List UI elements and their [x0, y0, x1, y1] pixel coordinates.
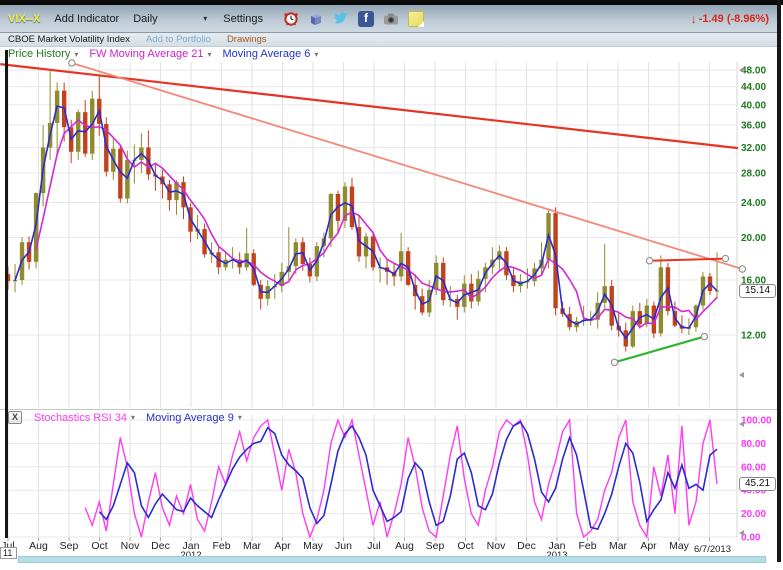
svg-text:Aug: Aug	[395, 540, 414, 552]
charting-app: VIX--X Add Indicator Daily ▾ Settings f …	[0, 0, 783, 570]
svg-text:Oct: Oct	[457, 540, 473, 552]
uptrend-line	[615, 337, 705, 363]
panel-divider[interactable]	[0, 409, 777, 410]
chevron-down-icon[interactable]: ▾	[314, 50, 318, 59]
stoch-value-box: 45.21	[739, 477, 776, 491]
legend-stoch-label: Stochastics RSI 34	[34, 412, 127, 424]
svg-text:May: May	[669, 540, 690, 552]
settings-button[interactable]: Settings	[223, 13, 263, 25]
legend-stoch-ma-label: Moving Average 9	[146, 412, 234, 424]
camera-icon[interactable]	[383, 11, 399, 27]
svg-text:Feb: Feb	[578, 540, 596, 552]
drawings-link[interactable]: Drawings	[227, 34, 267, 45]
svg-text:Jul: Jul	[367, 540, 380, 552]
svg-text:32.00: 32.00	[741, 143, 766, 154]
downtrend-line-secondary	[72, 63, 742, 269]
twitter-icon[interactable]	[333, 11, 349, 27]
legend-price-history-label: Price History	[8, 48, 70, 60]
svg-text:28.00: 28.00	[741, 169, 766, 180]
legend-price-history[interactable]: Price History ▾	[8, 48, 85, 60]
svg-text:Sep: Sep	[60, 540, 79, 552]
svg-text:44.00: 44.00	[741, 82, 766, 93]
main-toolbar: VIX--X Add Indicator Daily ▾ Settings f …	[0, 5, 777, 33]
svg-text:Aug: Aug	[29, 540, 48, 552]
horizontal-scrollbar[interactable]	[18, 556, 766, 563]
chart-left-frame	[5, 50, 8, 538]
svg-text:48.00: 48.00	[741, 66, 766, 77]
svg-text:Mar: Mar	[609, 540, 628, 552]
chart-canvas[interactable]: 48.00 44.00 40.00 36.00 32.00 28.00 24.00 20.00…	[0, 0, 783, 570]
svg-text:Nov: Nov	[121, 540, 140, 552]
chevron-down-icon: ▾	[203, 14, 207, 23]
year-2011-label: 11	[0, 547, 17, 559]
change-value: -1.49 (-8.96%)	[699, 13, 769, 25]
add-to-portfolio-link[interactable]: Add to Portfolio	[146, 34, 211, 45]
period-select-value: Daily	[133, 13, 157, 25]
chevron-down-icon[interactable]: ▾	[208, 50, 212, 59]
svg-text:Apr: Apr	[640, 540, 657, 552]
svg-text:Sep: Sep	[426, 540, 445, 552]
legend-moving-average-6[interactable]: Moving Average 6 ▾	[223, 48, 326, 60]
archive-cube-icon[interactable]	[308, 11, 324, 27]
svg-text:40.00: 40.00	[741, 100, 766, 111]
close-panel-button[interactable]: X	[8, 411, 22, 424]
axis-anchor-icon	[739, 372, 744, 378]
down-arrow-icon: ↓	[691, 12, 697, 26]
facebook-icon[interactable]: f	[358, 11, 374, 27]
svg-text:Apr: Apr	[274, 540, 291, 552]
svg-text:Mar: Mar	[243, 540, 262, 552]
svg-text:12.00: 12.00	[741, 331, 766, 342]
svg-text:Nov: Nov	[487, 540, 506, 552]
instrument-bar: CBOE Market Volatility Index Add to Port…	[0, 33, 777, 47]
instrument-title: CBOE Market Volatility Index	[8, 34, 130, 45]
period-select[interactable]: Daily ▾	[133, 13, 207, 25]
svg-text:Jun: Jun	[335, 540, 352, 552]
lower-panel-header: X Stochastics RSI 34 ▾ Moving Average 9 …	[8, 411, 249, 424]
svg-text:Dec: Dec	[517, 540, 536, 552]
chevron-down-icon[interactable]: ▾	[74, 50, 78, 59]
svg-text:80.00: 80.00	[741, 439, 766, 450]
svg-text:May: May	[303, 540, 324, 552]
svg-text:Dec: Dec	[151, 540, 170, 552]
window-right-edge	[777, 0, 781, 562]
svg-text:20.00: 20.00	[741, 509, 766, 520]
legend-moving-average-9[interactable]: Moving Average 9 ▾	[146, 412, 249, 424]
price-change-indicator: ↓ -1.49 (-8.96%)	[691, 12, 769, 26]
legend-stochastics-rsi-34[interactable]: Stochastics RSI 34 ▾	[34, 412, 142, 424]
chevron-down-icon[interactable]: ▾	[238, 413, 242, 422]
alarm-clock-icon[interactable]	[283, 11, 299, 27]
add-indicator-button[interactable]: Add Indicator	[54, 13, 119, 25]
symbol-label: VIX--X	[8, 13, 40, 25]
svg-text:36.00: 36.00	[741, 121, 766, 132]
legend-ma6-label: Moving Average 6	[223, 48, 311, 60]
legend-fw-moving-average-21[interactable]: FW Moving Average 21 ▾	[89, 48, 218, 60]
svg-text:Feb: Feb	[212, 540, 230, 552]
last-price-box: 15.14	[739, 284, 776, 298]
end-date-label: 6/7/2013	[694, 544, 731, 555]
svg-text:20.00: 20.00	[741, 233, 766, 244]
toolbar-icon-group: f	[283, 11, 424, 27]
chevron-down-icon[interactable]: ▾	[131, 413, 135, 422]
sticky-note-icon[interactable]	[408, 11, 424, 27]
svg-text:60.00: 60.00	[741, 462, 766, 473]
legend-fw-ma21-label: FW Moving Average 21	[89, 48, 203, 60]
svg-text:Oct: Oct	[91, 540, 107, 552]
main-chart-legend: Price History ▾ FW Moving Average 21 ▾ M…	[8, 48, 325, 60]
svg-text:100.00: 100.00	[741, 416, 772, 427]
svg-text:24.00: 24.00	[741, 198, 766, 209]
